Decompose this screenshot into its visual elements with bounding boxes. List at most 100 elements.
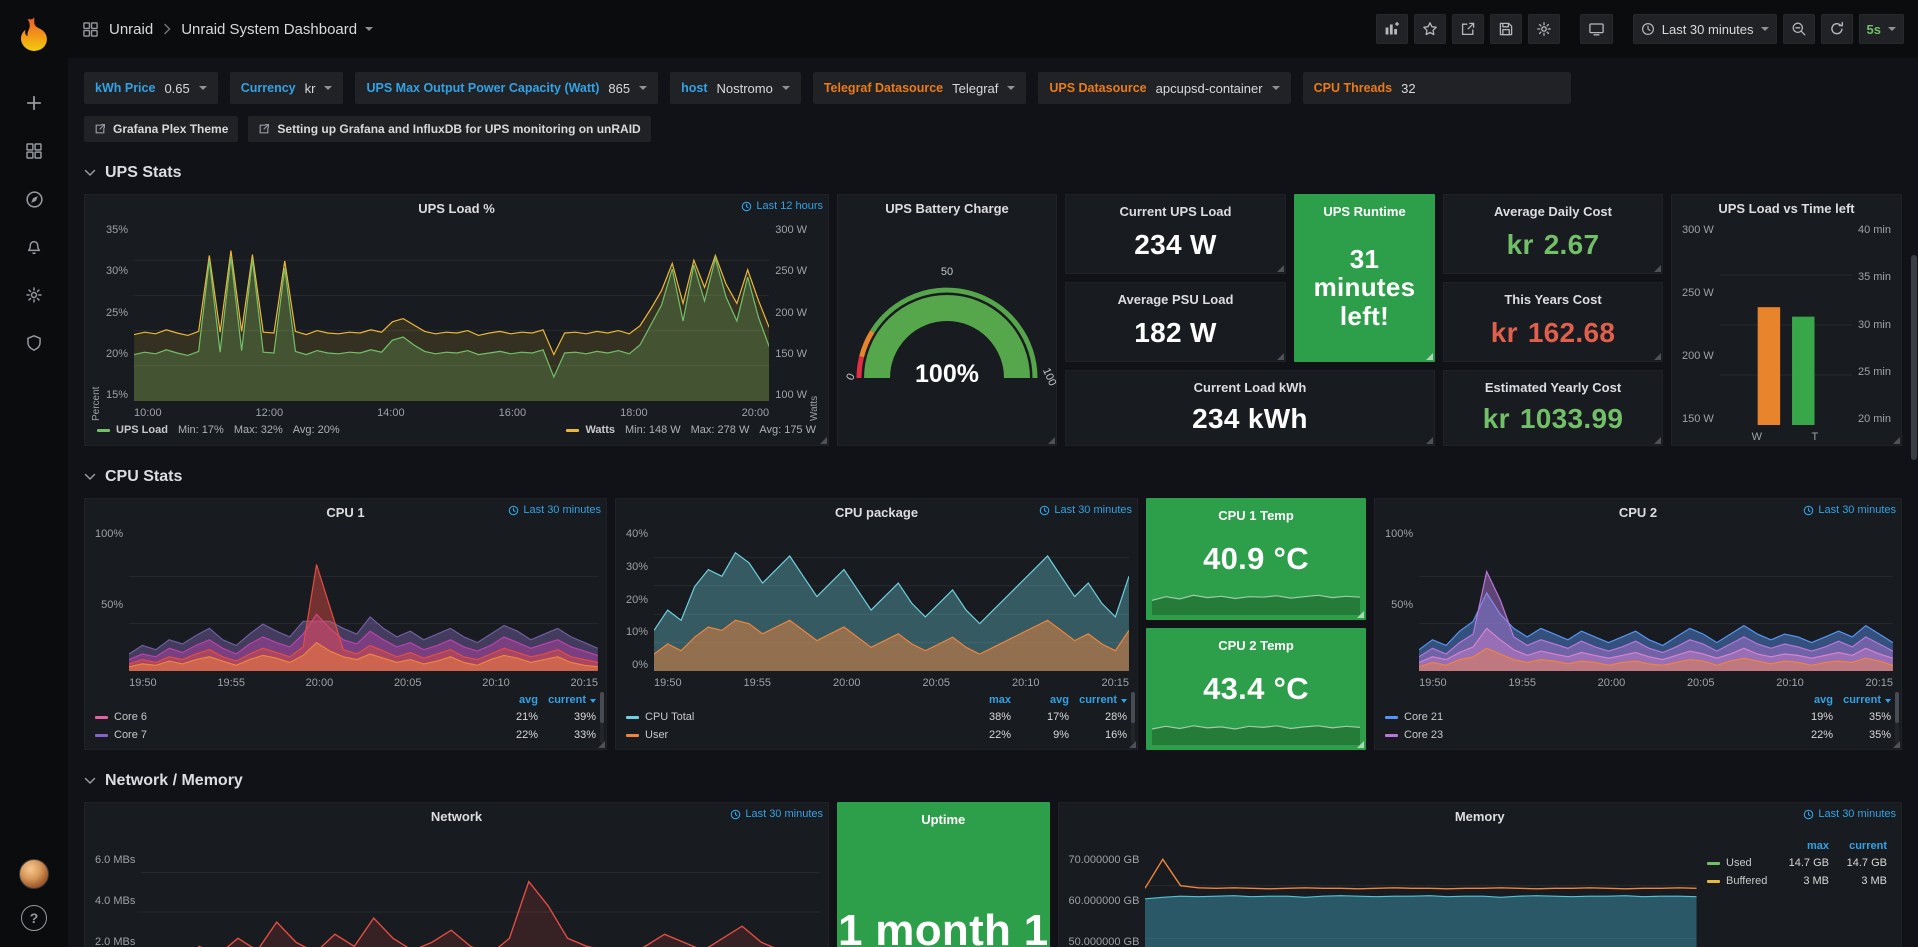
grafana-logo-icon[interactable] bbox=[14, 14, 54, 54]
legend-series-user[interactable]: User bbox=[626, 729, 953, 741]
add-panel-button[interactable] bbox=[1376, 14, 1408, 44]
refresh-interval-picker[interactable]: 5s bbox=[1859, 14, 1904, 44]
refresh-button[interactable] bbox=[1821, 14, 1853, 44]
legend-col-current[interactable]: current bbox=[538, 694, 596, 706]
legend-scrollbar[interactable] bbox=[600, 692, 604, 743]
template-variables-row: kWh Price 0.65 Currency kr UPS Max Outpu… bbox=[84, 72, 1902, 104]
variable-host[interactable]: host Nostromo bbox=[670, 72, 801, 104]
panel-time-override[interactable]: Last 30 minutes bbox=[1039, 504, 1132, 516]
panel-title[interactable]: This Years Cost bbox=[1504, 292, 1601, 307]
panel-title[interactable]: Uptime bbox=[921, 812, 965, 827]
cpu1-chart[interactable] bbox=[129, 529, 598, 671]
help-icon[interactable] bbox=[21, 905, 47, 931]
panel-time-override[interactable]: Last 30 minutes bbox=[1803, 504, 1896, 516]
ups-vs-time-chart[interactable] bbox=[1720, 225, 1852, 425]
variable-cpu-threads-input[interactable]: CPU Threads 32 bbox=[1303, 72, 1571, 104]
cycle-view-button[interactable] bbox=[1580, 14, 1613, 44]
page-scrollbar-thumb[interactable] bbox=[1911, 255, 1917, 460]
legend-col-current[interactable]: current bbox=[1829, 840, 1887, 852]
x-tick: 20:15 bbox=[1865, 677, 1893, 689]
variable-ups-datasource[interactable]: UPS Datasource apcupsd-container bbox=[1038, 72, 1290, 104]
panel-time-override[interactable]: Last 30 minutes bbox=[508, 504, 601, 516]
panel-time-override[interactable]: Last 12 hours bbox=[741, 200, 823, 212]
gauge-value: 100% bbox=[852, 360, 1042, 389]
sidebar-server-admin-button[interactable] bbox=[12, 322, 56, 364]
legend-scrollbar[interactable] bbox=[1131, 692, 1135, 743]
panel-title[interactable]: Average Daily Cost bbox=[1494, 204, 1612, 219]
y-tick: 300 W bbox=[1682, 225, 1714, 236]
panel-title[interactable]: CPU 1 Temp bbox=[1218, 508, 1294, 523]
dashboard-link-grafana-plex-theme[interactable]: Grafana Plex Theme bbox=[84, 116, 238, 142]
legend-col-avg[interactable]: avg bbox=[1011, 694, 1069, 706]
save-button[interactable] bbox=[1490, 14, 1522, 44]
legend-series-core-6[interactable]: Core 6 bbox=[95, 711, 480, 723]
y-tick: 60.000000 GB bbox=[1069, 896, 1140, 907]
sidebar-configuration-button[interactable] bbox=[12, 274, 56, 316]
variable-telegraf-datasource[interactable]: Telegraf Datasource Telegraf bbox=[813, 72, 1027, 104]
panel-title[interactable]: Average PSU Load bbox=[1118, 292, 1234, 307]
legend-col-current[interactable]: current bbox=[1069, 694, 1127, 706]
sidebar-create-button[interactable] bbox=[12, 82, 56, 124]
star-button[interactable] bbox=[1414, 14, 1446, 44]
network-chart[interactable] bbox=[141, 833, 820, 947]
legend-col-current[interactable]: current bbox=[1833, 694, 1891, 706]
memory-chart[interactable] bbox=[1145, 833, 1697, 947]
cpu-package-chart[interactable] bbox=[654, 529, 1129, 671]
cpu2-chart[interactable] bbox=[1419, 529, 1893, 671]
time-range-picker[interactable]: Last 30 minutes bbox=[1633, 14, 1777, 44]
panel-title[interactable]: UPS Runtime bbox=[1323, 204, 1405, 219]
panel-title[interactable]: CPU package bbox=[835, 505, 918, 520]
panel-title[interactable]: Network bbox=[431, 809, 482, 824]
dashboard-settings-button[interactable] bbox=[1528, 14, 1560, 44]
variable-kwh-price[interactable]: kWh Price 0.65 bbox=[84, 72, 218, 104]
panel-header: UPS Battery Charge bbox=[838, 195, 1056, 221]
series-color-swatch bbox=[1707, 880, 1720, 883]
panel-time-override[interactable]: Last 30 minutes bbox=[1803, 808, 1896, 820]
legend-series-core-23[interactable]: Core 23 bbox=[1385, 729, 1775, 741]
panel-time-override[interactable]: Last 30 minutes bbox=[730, 808, 823, 820]
legend-item-watts[interactable]: Watts Min: 148 W Max: 278 W Avg: 175 W bbox=[566, 424, 816, 436]
legend-series-used[interactable]: Used bbox=[1707, 857, 1771, 869]
zoom-out-button[interactable] bbox=[1783, 14, 1815, 44]
dashboard-title-dropdown[interactable]: Unraid System Dashboard bbox=[181, 21, 373, 38]
x-tick: 20:15 bbox=[1101, 677, 1129, 689]
legend-series-name: User bbox=[645, 729, 668, 741]
legend-series-core-21[interactable]: Core 21 bbox=[1385, 711, 1775, 723]
legend-series-buffered[interactable]: Buffered bbox=[1707, 875, 1771, 887]
panel-title[interactable]: CPU 2 bbox=[1619, 505, 1657, 520]
legend-scrollbar[interactable] bbox=[1895, 692, 1899, 743]
variable-currency[interactable]: Currency kr bbox=[230, 72, 344, 104]
sidebar-alerting-button[interactable] bbox=[12, 226, 56, 268]
panel-title[interactable]: Estimated Yearly Cost bbox=[1485, 380, 1621, 395]
ups-load-chart[interactable] bbox=[134, 225, 769, 401]
panel-title[interactable]: Current Load kWh bbox=[1194, 380, 1307, 395]
legend-item-ups-load[interactable]: UPS Load Min: 17% Max: 32% Avg: 20% bbox=[97, 424, 340, 436]
panel-title[interactable]: CPU 1 bbox=[326, 505, 364, 520]
panel-title[interactable]: UPS Load % bbox=[418, 201, 495, 216]
share-button[interactable] bbox=[1452, 14, 1484, 44]
legend-col-max[interactable]: max bbox=[1771, 840, 1829, 852]
section-ups-stats[interactable]: UPS Stats bbox=[84, 164, 1902, 182]
sidebar-explore-button[interactable] bbox=[12, 178, 56, 220]
section-network-memory[interactable]: Network / Memory bbox=[84, 772, 1902, 790]
legend-table: max current Used 14.7 GB 14.7 GB bbox=[1697, 833, 1893, 947]
legend-series-core-7[interactable]: Core 7 bbox=[95, 729, 480, 741]
legend-col-avg[interactable]: avg bbox=[1775, 694, 1833, 706]
panel-title[interactable]: Memory bbox=[1455, 809, 1505, 824]
legend-col-avg[interactable]: avg bbox=[480, 694, 538, 706]
sidebar-dashboards-button[interactable] bbox=[12, 130, 56, 172]
dashboard-link-ups-monitoring-guide[interactable]: Setting up Grafana and InfluxDB for UPS … bbox=[248, 116, 650, 142]
user-avatar[interactable] bbox=[19, 859, 49, 889]
panel-title[interactable]: Current UPS Load bbox=[1120, 204, 1232, 219]
panel-title[interactable]: UPS Load vs Time left bbox=[1718, 201, 1854, 216]
panel-title[interactable]: CPU 2 Temp bbox=[1218, 638, 1294, 653]
variable-value: kr bbox=[305, 81, 316, 96]
panel-title[interactable]: UPS Battery Charge bbox=[885, 201, 1009, 216]
section-cpu-stats[interactable]: CPU Stats bbox=[84, 468, 1902, 486]
legend-series-cpu-total[interactable]: CPU Total bbox=[626, 711, 953, 723]
legend-value: 16% bbox=[1069, 729, 1127, 741]
breadcrumb-folder[interactable]: Unraid bbox=[109, 21, 153, 38]
variable-ups-max-output[interactable]: UPS Max Output Power Capacity (Watt) 865 bbox=[355, 72, 658, 104]
legend-col-max[interactable]: max bbox=[953, 694, 1011, 706]
x-axis-ticks: W T bbox=[1720, 425, 1852, 445]
